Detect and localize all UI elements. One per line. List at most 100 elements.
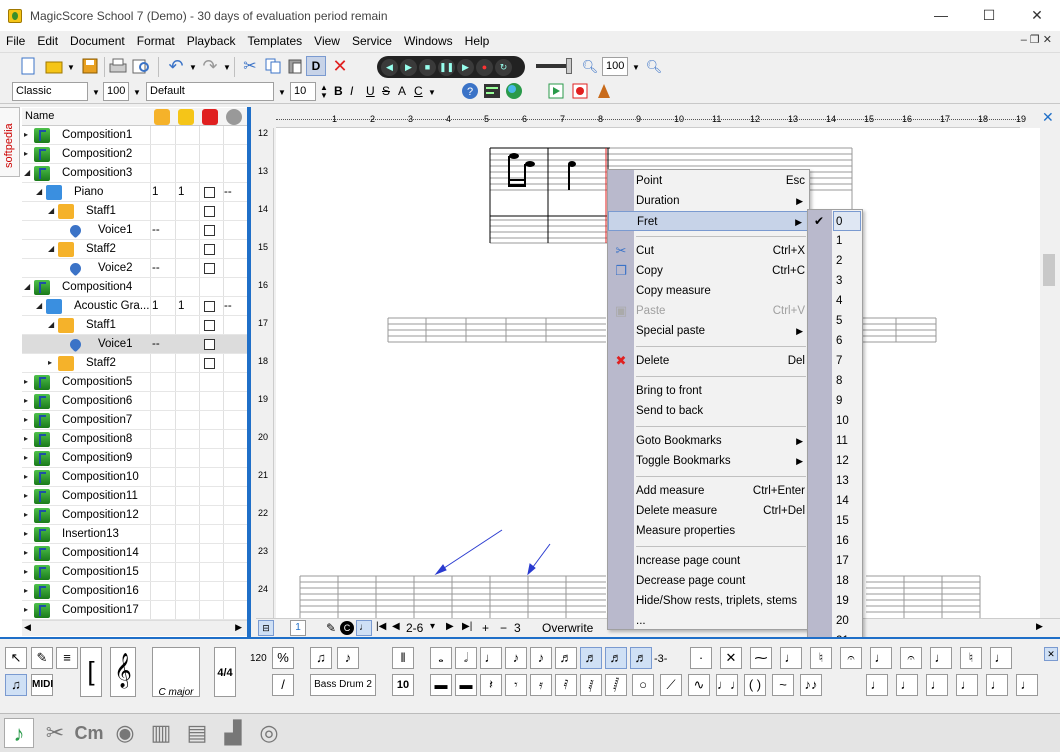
tree-row[interactable]: ▸ Staff2 <box>22 354 248 373</box>
mute-checkbox[interactable] <box>204 339 215 350</box>
note-duration-icon[interactable]: 𝅝 <box>430 647 452 669</box>
fret-option[interactable]: 10 <box>836 411 860 431</box>
first-page-icon[interactable]: |◀ <box>376 621 386 632</box>
rest-duration-icon[interactable]: ▬ <box>455 674 477 696</box>
remove-page-icon[interactable]: − <box>500 621 507 635</box>
zoom-out-icon[interactable]: 🔍︎ <box>580 57 600 77</box>
size-combo[interactable]: 100 <box>103 82 129 101</box>
mute-checkbox[interactable] <box>204 320 215 331</box>
prev-page-icon[interactable]: ◀ <box>392 621 400 632</box>
new-document-icon[interactable] <box>18 56 38 76</box>
notation-mode-icon[interactable]: ♪ <box>4 718 34 748</box>
note-duration-icon[interactable]: ♬ <box>605 647 627 669</box>
menu-playback[interactable]: Playback <box>181 31 242 51</box>
cut-icon[interactable]: ✂ <box>240 56 260 76</box>
midi-button[interactable]: MIDI <box>31 674 53 696</box>
fret-option[interactable]: 13 <box>836 471 860 491</box>
expand-toggle-icon[interactable]: ▸ <box>24 510 28 519</box>
fret-option[interactable]: 17 <box>836 551 860 571</box>
note-duration-icon[interactable]: ♪ <box>530 647 552 669</box>
repeat-icon[interactable]: ‖ <box>392 647 414 669</box>
expand-toggle-icon[interactable]: ▸ <box>24 149 28 158</box>
close-document-icon[interactable]: ✕ <box>1042 110 1056 124</box>
loop-icon[interactable]: ↻ <box>495 58 512 76</box>
font-size-combo[interactable]: 10 <box>290 82 316 101</box>
globe-icon[interactable] <box>504 81 524 101</box>
tools-mode-icon[interactable]: ✂ <box>40 718 70 748</box>
articulation-icon[interactable]: ~ <box>772 674 794 696</box>
beam-icon[interactable]: ♫ <box>310 647 332 669</box>
italic-button[interactable]: I <box>350 84 353 98</box>
tree-row[interactable]: Voice1 -- <box>22 335 248 354</box>
mixer-mode-icon[interactable]: ▤ <box>182 718 212 748</box>
tree-row[interactable]: ▸ Insertion13 <box>22 525 248 544</box>
fret-option[interactable]: 18 <box>836 571 860 591</box>
fret-option[interactable]: 20 <box>836 611 860 631</box>
redo-dropdown-icon[interactable]: ▼ <box>223 63 231 72</box>
text-color-button[interactable]: A <box>398 84 406 98</box>
tree-row[interactable]: ◢ Composition4 <box>22 278 248 297</box>
menu-item-point[interactable]: Point Esc <box>608 171 809 191</box>
tree-horizontal-scrollbar[interactable]: ◀ ▶ <box>22 620 248 636</box>
ornament-icon[interactable]: ♮ <box>810 647 832 669</box>
tree-row[interactable]: Voice1 -- <box>22 221 248 240</box>
menu-format[interactable]: Format <box>131 31 181 51</box>
name-column-header[interactable]: Name <box>25 110 54 122</box>
chart-mode-icon[interactable]: ▟ <box>218 718 248 748</box>
dynamics-icon[interactable]: ♩ <box>896 674 918 696</box>
fret-option[interactable]: 12 <box>836 451 860 471</box>
scroll-left-icon[interactable]: ◀ <box>24 622 31 633</box>
expand-toggle-icon[interactable]: ▸ <box>24 586 28 595</box>
fret-option[interactable]: 19 <box>836 591 860 611</box>
zoom-dropdown-icon[interactable]: ▼ <box>632 63 640 72</box>
pointer-icon[interactable]: ✎ <box>326 621 336 635</box>
tree-row[interactable]: ▸ Composition11 <box>22 487 248 506</box>
ornament-icon[interactable]: ♮ <box>960 647 982 669</box>
volume-slider-thumb[interactable] <box>566 58 572 74</box>
tree-row[interactable]: ◢ Staff1 <box>22 202 248 221</box>
expand-toggle-icon[interactable]: ▸ <box>24 130 28 139</box>
tree-row[interactable]: ◢ Composition3 <box>22 164 248 183</box>
font-combo[interactable]: Default <box>146 82 274 101</box>
tree-row[interactable]: ▸ Composition17 <box>22 601 248 620</box>
score-vertical-scrollbar[interactable] <box>1040 128 1058 618</box>
menu-item-decrease-page-count[interactable]: Decrease page count <box>608 571 809 591</box>
mute-checkbox[interactable] <box>204 225 215 236</box>
fret-option[interactable]: 1 <box>836 231 860 251</box>
maximize-button[interactable]: ☐ <box>966 0 1012 31</box>
mdi-window-controls[interactable]: – ❐ ✕ <box>1021 33 1052 46</box>
fret-option[interactable]: 14 <box>836 491 860 511</box>
page-number-box[interactable]: 1 <box>290 620 306 636</box>
menu-windows[interactable]: Windows <box>398 31 459 51</box>
fret-option[interactable]: 7 <box>836 351 860 371</box>
panel-splitter[interactable] <box>247 107 251 637</box>
softpedia-tab[interactable]: softpedia <box>0 107 20 177</box>
expand-toggle-icon[interactable]: ▸ <box>24 529 28 538</box>
note-duration-icon[interactable]: ♬ <box>580 647 602 669</box>
rest-duration-icon[interactable]: 𝅀 <box>555 674 577 696</box>
paste-icon[interactable] <box>285 56 305 76</box>
menu-item-send-to-back[interactable]: Send to back <box>608 401 809 421</box>
fret-option[interactable]: 8 <box>836 371 860 391</box>
next-page-icon[interactable]: ▶ <box>446 621 454 632</box>
slash-icon[interactable]: / <box>272 674 294 696</box>
expand-toggle-icon[interactable]: ▸ <box>24 453 28 462</box>
case-button[interactable]: C <box>414 84 423 98</box>
expand-toggle-icon[interactable]: ◢ <box>48 320 54 329</box>
expand-toggle-icon[interactable]: ▸ <box>24 605 28 614</box>
key-signature-button[interactable]: C major <box>152 647 200 698</box>
tree-row[interactable]: ▸ Composition7 <box>22 411 248 430</box>
guitar-column-icon[interactable] <box>154 109 170 125</box>
menu-service[interactable]: Service <box>346 31 398 51</box>
undo-dropdown-icon[interactable]: ▼ <box>189 63 197 72</box>
last-page-icon[interactable]: ▶| <box>462 621 472 632</box>
rest-duration-icon[interactable]: 𝅂 <box>605 674 627 696</box>
dynamics-icon[interactable]: ♩ <box>986 674 1008 696</box>
menu-templates[interactable]: Templates <box>241 31 308 51</box>
tree-row[interactable]: ▸ Composition8 <box>22 430 248 449</box>
scroll-right-icon[interactable]: ▶ <box>235 622 242 633</box>
play-document-icon[interactable] <box>546 81 566 101</box>
ornament-icon[interactable]: · <box>690 647 712 669</box>
articulation-icon[interactable]: ( ) <box>744 674 766 696</box>
record-document-icon[interactable] <box>570 81 590 101</box>
